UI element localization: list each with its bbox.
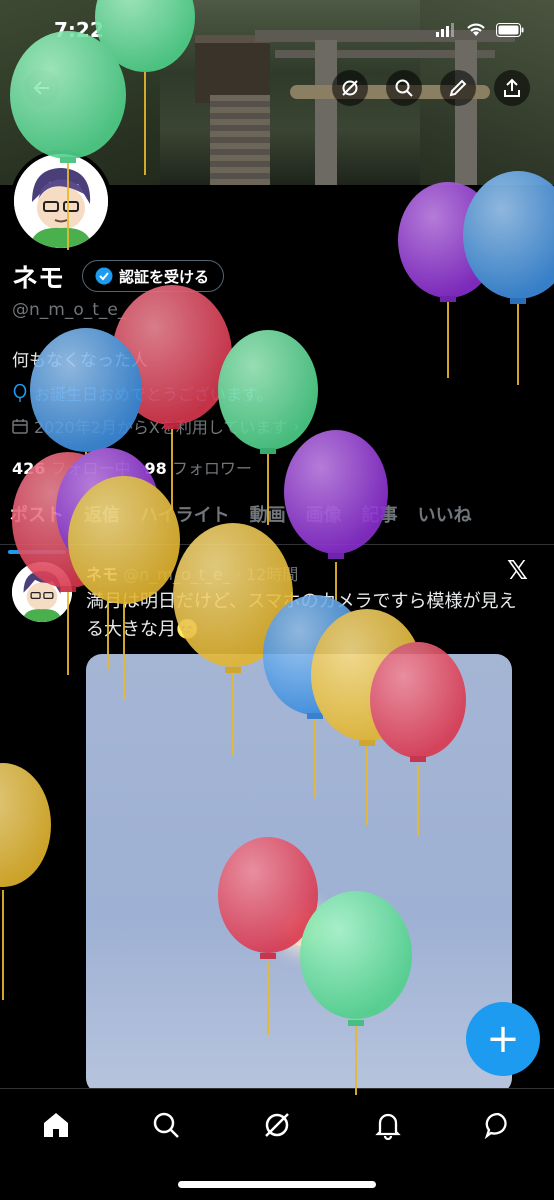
profile-name: ネモ [12,264,65,294]
nav-home[interactable] [36,1105,76,1145]
post-time: · 12時間 [235,565,299,584]
tab-images[interactable]: 画像 [296,498,352,544]
share-icon [504,78,520,97]
post-author[interactable]: ネモ [86,565,118,584]
compose-button[interactable]: + [466,1002,540,1076]
birthday-text: お誕生日おめでとうございます。 [34,385,273,404]
status-icons [436,22,524,37]
post-image[interactable] [86,654,512,1094]
x-logo-icon: 𝕏 [507,556,528,586]
get-verified-label: 認証を受ける [119,267,210,286]
post-header: ネモ @n_m_o_t_e_ · 12時間 [86,561,298,585]
home-icon [44,1113,68,1137]
messages-icon [484,1112,507,1140]
back-icon [33,81,49,95]
follow-stats: 426 フォロー中 98 フォロワー [12,455,252,479]
tab-replies[interactable]: 返信 [74,498,130,544]
signal-icon [436,22,454,37]
search-icon [395,79,413,97]
explore-icon [153,1112,179,1138]
joined-text: 2020年2月からXを利用しています [34,418,288,437]
profile-bio: 何もなくなった人 [12,351,148,371]
birthday-line[interactable]: お誕生日おめでとうございます。 [12,381,272,405]
share-button[interactable] [494,70,530,106]
following-link[interactable]: 426 フォロー中 [12,455,131,479]
grok-button[interactable] [332,70,368,106]
plus-icon: + [486,1016,520,1062]
post-avatar-illustration [12,562,72,622]
notifications-icon [375,1113,401,1140]
profile-handle: @n_m_o_t_e_ [12,300,127,320]
joined-date[interactable]: 2020年2月からXを利用しています › [12,414,300,438]
wifi-icon [467,23,485,36]
profile-avatar[interactable] [10,150,112,252]
post-avatar[interactable] [12,562,72,622]
search-button[interactable] [386,70,422,106]
profile-tabs: ポスト 返信 ハイライト 動画 画像 記事 いいね [0,498,554,554]
nav-grok[interactable] [257,1105,297,1145]
post-handle[interactable]: @n_m_o_t_e_ [123,565,231,584]
balloon-icon [0,763,51,1000]
tab-highlights[interactable]: ハイライト [130,498,240,544]
calendar-icon [12,419,28,434]
verified-icon [95,267,113,285]
balloon-icon [463,171,554,385]
back-button[interactable] [24,70,60,106]
edit-button[interactable] [440,70,476,106]
avatar-illustration [14,154,108,248]
tab-articles[interactable]: 記事 [352,498,408,544]
chevron-right-icon: › [293,416,300,436]
battery-icon [496,22,524,37]
grok-icon [342,80,358,96]
nav-explore[interactable] [146,1105,186,1145]
home-indicator [178,1181,376,1188]
balloon-icon [13,384,27,402]
tab-videos[interactable]: 動画 [240,498,296,544]
status-time: 7:22 [54,18,104,42]
tab-posts[interactable]: ポスト [0,498,74,554]
nav-notifications[interactable] [368,1105,408,1145]
followers-label: フォロワー [171,459,252,478]
get-verified-button[interactable]: 認証を受ける [82,260,225,292]
tab-likes[interactable]: いいね [408,498,482,544]
edit-icon [449,79,467,97]
nav-messages[interactable] [478,1105,518,1145]
following-label: フォロー中 [50,459,131,478]
grok-nav-icon [265,1113,289,1137]
balloon-icon [398,182,498,378]
following-count: 426 [12,459,46,478]
followers-link[interactable]: 98 フォロワー [145,455,252,479]
followers-count: 98 [144,459,167,478]
post-text: 満月は明日だけど、スマホのカメラですら模様が見える大きな月🌝 [86,591,517,640]
status-bar: 7:22 [0,0,554,60]
